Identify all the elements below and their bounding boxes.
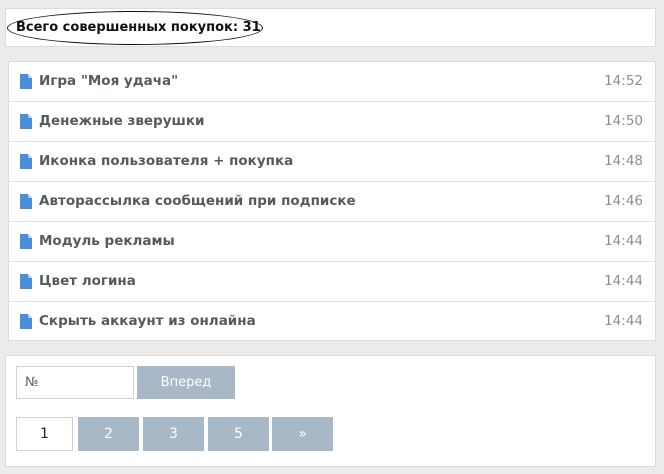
- document-icon: [20, 74, 32, 89]
- item-time: 14:46: [604, 193, 643, 209]
- item-title: Скрыть аккаунт из онлайна: [39, 313, 256, 329]
- purchases-count-text: Всего совершенных покупок: 31: [16, 20, 261, 35]
- pagination-panel: Вперед 1 2 3 5 »: [5, 355, 656, 467]
- next-page-button[interactable]: »: [272, 417, 333, 451]
- list-item[interactable]: Цвет логина 14:44: [9, 262, 655, 302]
- document-icon: [20, 154, 32, 169]
- document-icon: [20, 274, 32, 289]
- page-link-2[interactable]: 2: [78, 417, 139, 451]
- list-item[interactable]: Авторассылка сообщений при подписке 14:4…: [9, 182, 655, 222]
- item-title: Денежные зверушки: [39, 113, 205, 129]
- page-link-5[interactable]: 5: [208, 417, 269, 451]
- item-title: Иконка пользователя + покупка: [39, 153, 294, 169]
- item-time: 14:44: [604, 273, 643, 289]
- item-time: 14:44: [604, 233, 643, 249]
- go-button[interactable]: Вперед: [137, 366, 235, 399]
- item-title: Цвет логина: [39, 273, 136, 289]
- item-time: 14:50: [604, 113, 643, 129]
- list-item[interactable]: Модуль рекламы 14:44: [9, 222, 655, 262]
- list-item[interactable]: Скрыть аккаунт из онлайна 14:44: [9, 302, 655, 342]
- purchases-list: Игра "Моя удача" 14:52 Денежные зверушки…: [8, 61, 656, 341]
- document-icon: [20, 114, 32, 129]
- item-title: Игра "Моя удача": [39, 73, 179, 89]
- item-title: Авторассылка сообщений при подписке: [39, 193, 356, 209]
- list-item[interactable]: Денежные зверушки 14:50: [9, 102, 655, 142]
- document-icon: [20, 234, 32, 249]
- document-icon: [20, 194, 32, 209]
- item-title: Модуль рекламы: [39, 233, 175, 249]
- page-number-input[interactable]: [16, 366, 134, 399]
- list-item[interactable]: Игра "Моя удача" 14:52: [9, 62, 655, 102]
- item-time: 14:48: [604, 153, 643, 169]
- page-current[interactable]: 1: [16, 417, 73, 451]
- document-icon: [20, 314, 32, 329]
- item-time: 14:52: [604, 73, 643, 89]
- page-link-3[interactable]: 3: [143, 417, 204, 451]
- item-time: 14:44: [604, 313, 643, 329]
- list-item[interactable]: Иконка пользователя + покупка 14:48: [9, 142, 655, 182]
- purchases-count-panel: Всего совершенных покупок: 31: [5, 8, 656, 47]
